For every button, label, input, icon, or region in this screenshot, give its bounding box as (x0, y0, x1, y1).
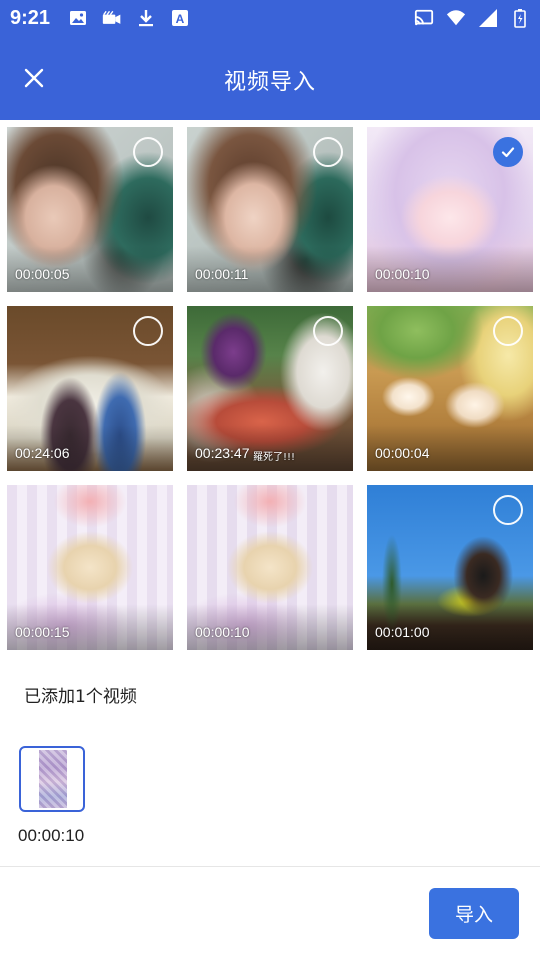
added-video-preview (39, 750, 67, 808)
video-duration: 00:00:15 (15, 624, 70, 640)
video-tile[interactable]: 00:00:10 (187, 485, 353, 650)
video-duration: 00:00:05 (15, 266, 70, 282)
video-duration: 00:00:10 (195, 624, 250, 640)
wifi-icon (446, 10, 466, 26)
added-count-label: 已添加1个视频 (24, 687, 137, 707)
image-icon (70, 11, 86, 25)
video-tile[interactable]: 00:24:06 (7, 306, 173, 471)
cast-icon (414, 9, 434, 26)
video-tile[interactable]: 00:00:04 (367, 306, 533, 471)
select-checkbox[interactable] (493, 495, 523, 525)
download-icon (139, 10, 153, 27)
video-tile[interactable]: 00:01:00 (367, 485, 533, 650)
added-video-duration: 00:00:10 (18, 826, 85, 845)
video-duration: 00:00:04 (375, 445, 430, 461)
video-duration: 00:01:00 (375, 624, 430, 640)
video-duration: 00:23:47 (195, 445, 250, 461)
battery-icon (514, 9, 526, 28)
select-checkbox[interactable] (313, 316, 343, 346)
video-tile[interactable]: 00:23:47 羅死了!!! (187, 306, 353, 471)
video-duration: 00:00:11 (195, 266, 249, 282)
select-checkbox[interactable] (133, 137, 163, 167)
added-video-thumbnail[interactable] (19, 746, 85, 812)
svg-text:A: A (176, 12, 185, 26)
import-button[interactable]: 导入 (429, 888, 519, 939)
video-tile[interactable]: 00:00:15 (7, 485, 173, 650)
app-a-icon: A (172, 10, 188, 26)
status-icons-right (414, 8, 530, 28)
app-bar: 视频导入 (0, 36, 540, 120)
status-time: 9:21 (10, 7, 51, 29)
video-duration: 00:24:06 (15, 445, 70, 461)
check-icon (501, 147, 515, 158)
select-checkbox-checked[interactable] (493, 137, 523, 167)
status-bar: 9:21 A (0, 0, 540, 36)
select-checkbox[interactable] (313, 137, 343, 167)
video-tile[interactable]: 00:00:05 (7, 127, 173, 292)
divider (0, 866, 540, 867)
video-tile[interactable]: 00:00:11 (187, 127, 353, 292)
video-tile[interactable]: 00:00:10 (367, 127, 533, 292)
select-checkbox[interactable] (133, 316, 163, 346)
page-title: 视频导入 (223, 70, 316, 95)
video-overlay-text: 羅死了!!! (253, 452, 296, 463)
signal-icon (479, 9, 497, 27)
video-camera-icon (102, 10, 121, 24)
video-duration: 00:00:10 (375, 266, 430, 282)
status-icons-left: A (68, 8, 190, 28)
select-checkbox[interactable] (493, 316, 523, 346)
